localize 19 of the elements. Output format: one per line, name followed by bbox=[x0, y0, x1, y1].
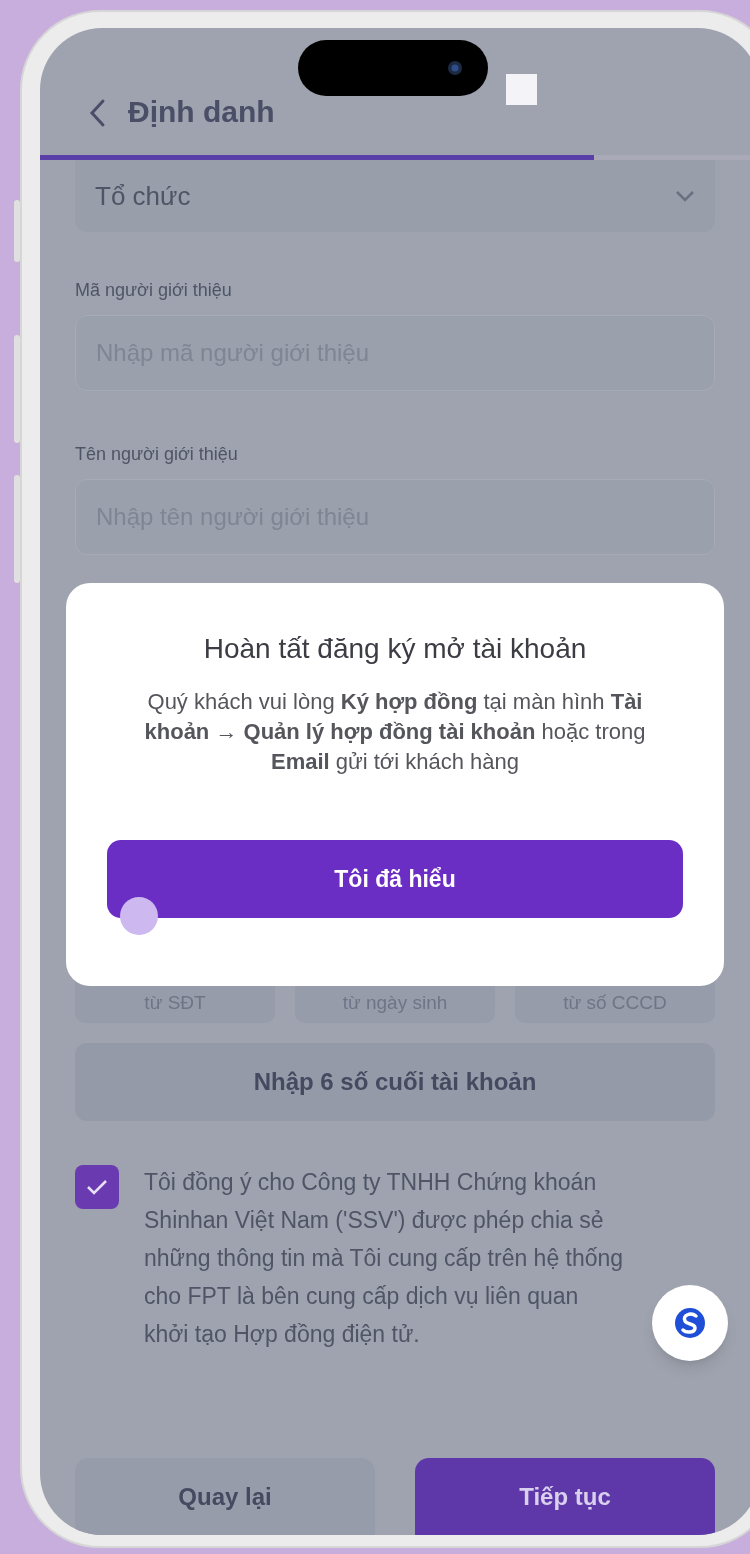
back-button[interactable]: Quay lại bbox=[75, 1458, 375, 1535]
camera-lens-icon bbox=[447, 60, 463, 76]
dialog-message: Quý khách vui lòng Ký hợp đồng tại màn hình Tài khoản → Quản lý hợp đồng tài khoản hoặc trong Email gửi tới khách hàng bbox=[143, 688, 647, 776]
checkmark-icon bbox=[86, 1179, 108, 1195]
back-icon[interactable] bbox=[88, 98, 106, 128]
select-field[interactable]: Tổ chức bbox=[75, 160, 715, 232]
field-label: Tên người giới thiệu bbox=[75, 443, 239, 466]
account-number-button[interactable]: Nhập 6 số cuối tài khoản bbox=[75, 1043, 715, 1121]
field-label: Mã người giới thiệu bbox=[75, 279, 233, 302]
dialog-title: Hoàn tất đăng ký mở tài khoản bbox=[203, 632, 587, 666]
select-value: Tổ chức bbox=[95, 179, 191, 213]
page-title: Định danh bbox=[128, 94, 275, 130]
continue-button[interactable]: Tiếp tục bbox=[415, 1458, 715, 1535]
consent-checkbox[interactable] bbox=[75, 1165, 119, 1209]
consent-text: Tôi đồng ý cho Công ty TNHH Chứng khoán Shinhan Việt Nam ('SSV') được phép chia sẻ những thông tin mà Tôi cung cấp trên hệ thống cho FPT là bên cung cấp dịch vụ liên quan khởi tạo Hợp đồng điện tử. bbox=[144, 1168, 624, 1349]
confirm-button[interactable]: Tôi đã hiểu bbox=[107, 840, 683, 918]
logo-icon bbox=[673, 1306, 707, 1340]
status-square-icon bbox=[506, 74, 537, 105]
chevron-down-icon bbox=[675, 190, 695, 202]
